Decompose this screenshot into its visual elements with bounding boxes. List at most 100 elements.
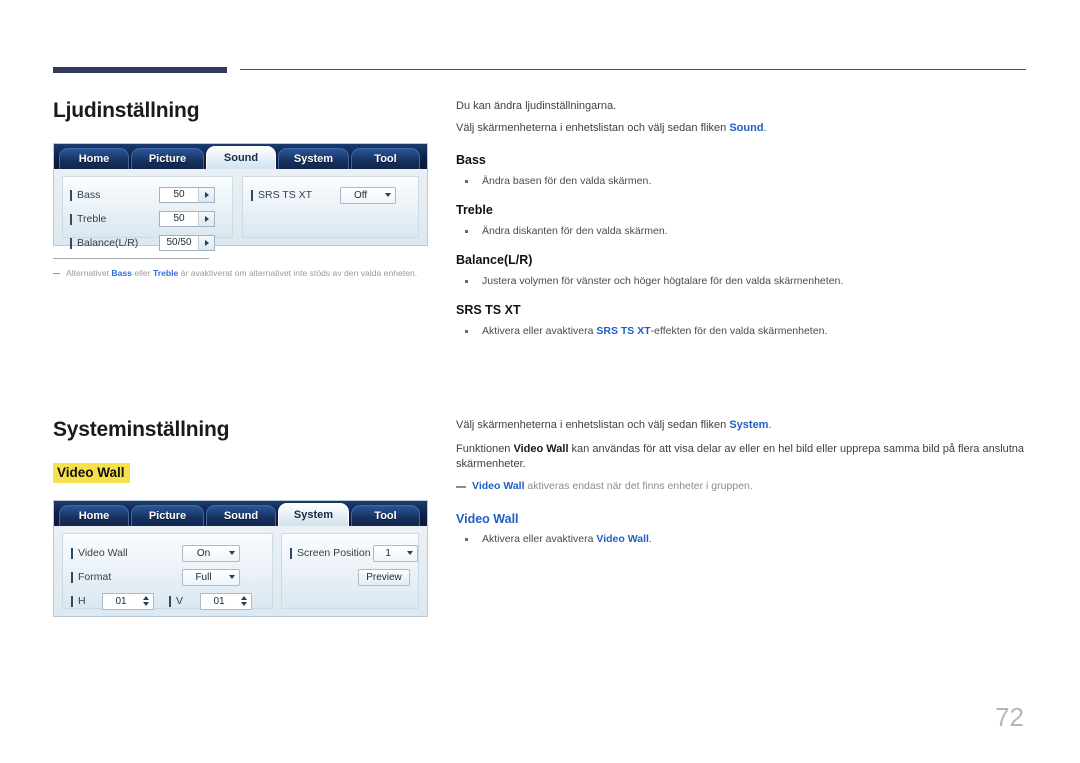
screen-position-value: 1 — [385, 547, 391, 559]
row-balance: Balance(L/R) 50/50 — [69, 231, 232, 255]
note-text: aktiveras endast när det finns enheter i… — [524, 480, 753, 492]
label-treble: Treble — [69, 213, 159, 225]
bullet-srs-after: -effekten för den valda skärmenheten. — [650, 325, 828, 337]
page-title-sound: Ljudinställning — [53, 99, 200, 122]
subheading-treble: Treble — [456, 203, 493, 217]
row-video-wall: Video Wall On — [70, 541, 272, 565]
row-preview: Preview — [289, 565, 418, 589]
screen-position-dropdown[interactable]: 1 — [373, 544, 418, 562]
h-stepper-arrows-icon[interactable] — [139, 596, 153, 606]
sound-settings-panel: Home Picture Sound System Tool Bass 50 T… — [53, 143, 428, 251]
balance-stepper-right-icon[interactable] — [198, 236, 214, 250]
subheading-bass: Bass — [456, 153, 486, 167]
balance-value-field[interactable]: 50/50 — [159, 235, 215, 251]
preview-button[interactable]: Preview — [358, 568, 410, 586]
system-intro-1-after: . — [768, 419, 772, 431]
tab-sound-2[interactable]: Sound — [206, 505, 276, 526]
h-value: 01 — [115, 595, 127, 607]
label-video-wall: Video Wall — [70, 547, 182, 559]
h-stepper[interactable]: 01 — [102, 592, 154, 610]
sound-intro-1: Du kan ändra ljudinställningarna. — [456, 100, 617, 112]
bullet-srs-before: Aktivera eller avaktivera — [482, 325, 597, 337]
link-sound-tab: Sound — [729, 122, 764, 134]
page-number: 72 — [995, 702, 1024, 732]
system-intro-1-before: Välj skärmenheterna i enhetslistan och v… — [456, 419, 730, 431]
row-hv: H 01 V 01 — [70, 589, 272, 613]
row-bass: Bass 50 — [69, 183, 232, 207]
system-panel-tabbar: Home Picture Sound System Tool — [54, 501, 427, 526]
label-format: Format — [70, 571, 182, 583]
tab-system[interactable]: System — [278, 148, 349, 169]
sound-panel-tabbar: Home Picture Sound System Tool — [54, 144, 427, 169]
treble-value: 50 — [173, 213, 185, 224]
sound-footnote: Alternativet Bass eller Treble är avakti… — [53, 267, 428, 280]
bullet-bass: Ändra basen för den valda skärmen. — [456, 174, 1028, 189]
tab-sound[interactable]: Sound — [206, 146, 276, 169]
tab-tool-2[interactable]: Tool — [351, 505, 420, 526]
format-dropdown[interactable]: Full — [182, 568, 240, 586]
treble-value-field[interactable]: 50 — [159, 211, 215, 227]
bullet-vw-before: Aktivera eller avaktivera — [482, 533, 597, 545]
v-stepper-arrows-icon[interactable] — [237, 596, 251, 606]
tab-picture-2[interactable]: Picture — [131, 505, 204, 526]
v-stepper[interactable]: 01 — [200, 592, 252, 610]
system-description-column: Välj skärmenheterna i enhetslistan och v… — [456, 418, 1028, 551]
bullet-treble: Ändra diskanten för den valda skärmen. — [456, 224, 1028, 239]
row-format: Format Full — [70, 565, 272, 589]
system-panel-body: Video Wall On Format Full H 01 V 01 Scre… — [54, 526, 427, 616]
chevron-down-icon[interactable] — [380, 193, 395, 197]
sound-intro-2-after: . — [763, 122, 767, 134]
sound-description-column: Du kan ändra ljudinställningarna. Välj s… — [456, 99, 1028, 343]
system-intro-2-before: Funktionen — [456, 443, 514, 455]
link-srs-ts-xt: SRS TS XT — [596, 325, 651, 337]
header-rule-thick — [53, 67, 227, 73]
label-h: H — [70, 595, 102, 607]
sound-intro-2: Välj skärmenheterna i enhetslistan och v… — [456, 121, 1028, 136]
label-srs-ts-xt: SRS TS XT — [250, 189, 340, 201]
system-left-pane: Video Wall On Format Full H 01 V 01 — [62, 533, 273, 610]
tab-picture[interactable]: Picture — [131, 148, 204, 169]
subheading-balance: Balance(L/R) — [456, 253, 533, 267]
page-title-system: Systeminställning — [53, 418, 230, 441]
link-video-wall: Video Wall — [596, 533, 649, 545]
footnote-after: är avaktiverat om alternativet inte stöd… — [178, 268, 418, 278]
label-balance: Balance(L/R) — [69, 237, 159, 249]
label-screen-position: Screen Position — [289, 547, 373, 559]
video-wall-dropdown[interactable]: On — [182, 544, 240, 562]
bullet-video-wall: Aktivera eller avaktivera Video Wall. — [456, 532, 1028, 547]
label-bass: Bass — [69, 189, 159, 201]
tab-tool[interactable]: Tool — [351, 148, 420, 169]
system-right-pane: Screen Position 1 Preview — [281, 533, 419, 609]
system-settings-panel: Home Picture Sound System Tool Video Wal… — [53, 500, 428, 617]
header-rule-thin — [240, 69, 1026, 70]
srs-ts-xt-dropdown[interactable]: Off — [340, 186, 397, 204]
footnote-link-treble: Treble — [152, 268, 179, 278]
bass-stepper-right-icon[interactable] — [198, 188, 214, 202]
chevron-down-icon[interactable] — [402, 551, 417, 555]
bass-value: 50 — [173, 189, 185, 200]
footnote-before: Alternativet — [66, 268, 112, 278]
term-video-wall: Video Wall — [513, 443, 569, 455]
chevron-down-icon[interactable] — [224, 551, 239, 555]
format-value: Full — [195, 571, 212, 583]
sound-panel-body: Bass 50 Treble 50 Balance(L/R) 50/50 SRS… — [54, 169, 427, 251]
sound-intro-2-before: Välj skärmenheterna i enhetslistan och v… — [456, 122, 730, 134]
tab-home-2[interactable]: Home — [59, 505, 129, 526]
bass-value-field[interactable]: 50 — [159, 187, 215, 203]
sound-left-pane: Bass 50 Treble 50 Balance(L/R) 50/50 — [62, 176, 234, 251]
row-screen-position: Screen Position 1 — [289, 541, 418, 565]
chevron-down-icon[interactable] — [224, 575, 239, 579]
srs-ts-xt-value: Off — [353, 189, 368, 201]
subheading-srs-ts-xt: SRS TS XT — [456, 303, 521, 317]
tab-home[interactable]: Home — [59, 148, 129, 169]
footnote-divider — [53, 258, 209, 259]
footnote-link-bass: Bass — [111, 268, 132, 278]
row-treble: Treble 50 — [69, 207, 232, 231]
treble-stepper-right-icon[interactable] — [198, 212, 214, 226]
note-link-video-wall: Video Wall — [472, 480, 525, 492]
tab-system-2[interactable]: System — [278, 503, 349, 526]
bullet-srs-ts-xt: Aktivera eller avaktivera SRS TS XT-effe… — [456, 324, 1028, 339]
balance-value: 50/50 — [166, 237, 192, 248]
sound-right-pane: SRS TS XT Off — [242, 176, 419, 238]
footnote-mid: eller — [131, 268, 153, 278]
